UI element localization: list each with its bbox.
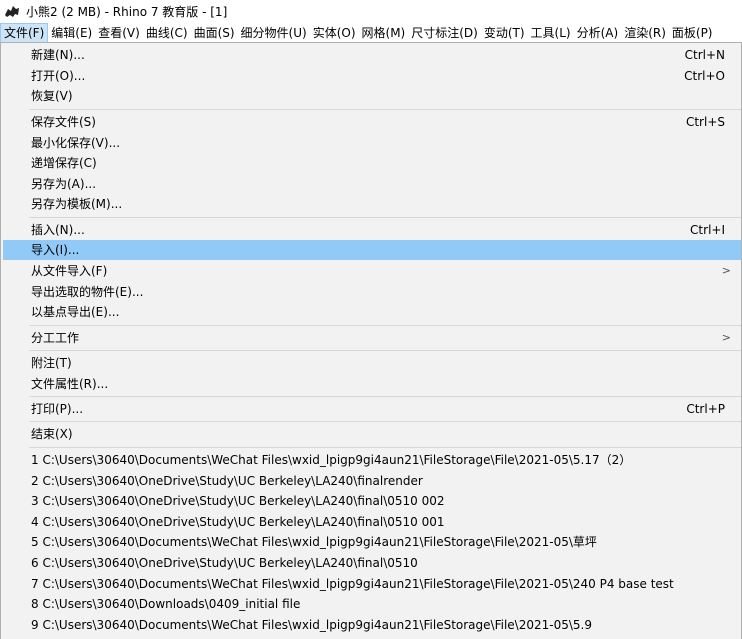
menu-separator xyxy=(29,325,741,326)
menu-item-save-as[interactable]: 另存为(A)... xyxy=(3,174,741,194)
menu-bar: 文件(F) 编辑(E) 查看(V) 曲线(C) 曲面(S) 细分物件(U) 实体… xyxy=(0,22,742,44)
menu-separator xyxy=(29,421,741,422)
recent-file-item[interactable]: 6 C:\Users\30640\OneDrive\Study\UC Berke… xyxy=(3,553,741,573)
title-bar: 小熊2 (2 MB) - Rhino 7 教育版 - [1] xyxy=(0,0,742,22)
menu-separator xyxy=(29,217,741,218)
menu-item-label: 新建(N)... xyxy=(31,48,85,62)
menu-item-shortcut: Ctrl+I xyxy=(690,223,725,237)
menu-item-import[interactable]: 导入(I)... xyxy=(3,240,741,260)
recent-file-item[interactable]: 3 C:\Users\30640\OneDrive\Study\UC Berke… xyxy=(3,491,741,511)
menu-item-label: 打开(O)... xyxy=(31,69,86,83)
menu-item-label: 从文件导入(F) xyxy=(31,264,108,278)
recent-file-item[interactable]: 1 C:\Users\30640\Documents\WeChat Files\… xyxy=(3,450,741,470)
menu-view[interactable]: 查看(V) xyxy=(95,23,143,43)
recent-file-item[interactable]: 4 C:\Users\30640\OneDrive\Study\UC Berke… xyxy=(3,512,741,532)
menu-item-save[interactable]: 保存文件(S) Ctrl+S xyxy=(3,112,741,132)
menu-item-exit[interactable]: 结束(X) xyxy=(3,424,741,444)
menu-dimension[interactable]: 尺寸标注(D) xyxy=(408,23,481,43)
menu-item-label: 导入(I)... xyxy=(31,243,80,257)
rhino-app-icon[interactable] xyxy=(4,3,20,19)
recent-file-item[interactable]: 7 C:\Users\30640\Documents\WeChat Files\… xyxy=(3,574,741,594)
chevron-right-icon: > xyxy=(721,264,731,277)
menu-item-insert[interactable]: 插入(N)... Ctrl+I xyxy=(3,220,741,240)
menu-render[interactable]: 渲染(R) xyxy=(621,23,669,43)
menu-item-label: 最小化保存(V)... xyxy=(31,136,121,150)
menu-item-shortcut: Ctrl+N xyxy=(684,48,725,62)
recent-file-item[interactable]: 8 C:\Users\30640\Downloads\0409_initial … xyxy=(3,594,741,614)
menu-item-label: 打印(P)... xyxy=(31,402,84,416)
menu-item-worksession[interactable]: 分工工作 > xyxy=(3,328,741,348)
menu-item-label: 结束(X) xyxy=(31,427,73,441)
recent-file-path: 3 C:\Users\30640\OneDrive\Study\UC Berke… xyxy=(31,494,445,508)
menu-transform[interactable]: 变动(T) xyxy=(481,23,528,43)
menu-item-label: 恢复(V) xyxy=(31,89,73,103)
menu-item-save-as-template[interactable]: 另存为模板(M)... xyxy=(3,194,741,214)
menu-item-open[interactable]: 打开(O)... Ctrl+O xyxy=(3,66,741,86)
recent-file-item[interactable]: 2 C:\Users\30640\OneDrive\Study\UC Berke… xyxy=(3,471,741,491)
menu-separator xyxy=(29,109,741,110)
menu-item-properties[interactable]: 文件属性(R)... xyxy=(3,374,741,394)
menu-curve[interactable]: 曲线(C) xyxy=(143,23,191,43)
menu-item-print[interactable]: 打印(P)... Ctrl+P xyxy=(3,399,741,419)
menu-item-label: 递增保存(C) xyxy=(31,156,97,170)
recent-file-item[interactable]: 5 C:\Users\30640\Documents\WeChat Files\… xyxy=(3,532,741,552)
recent-file-path: 9 C:\Users\30640\Documents\WeChat Files\… xyxy=(31,618,592,632)
menu-item-new[interactable]: 新建(N)... Ctrl+N xyxy=(3,45,741,65)
menu-item-label: 导出选取的物件(E)... xyxy=(31,285,144,299)
menu-edit[interactable]: 编辑(E) xyxy=(48,23,95,43)
menu-item-label: 插入(N)... xyxy=(31,223,85,237)
menu-item-notes[interactable]: 附注(T) xyxy=(3,353,741,373)
menu-separator xyxy=(29,447,741,448)
menu-item-label: 以基点导出(E)... xyxy=(31,305,120,319)
recent-file-item[interactable]: 9 C:\Users\30640\Documents\WeChat Files\… xyxy=(3,615,741,635)
menu-item-revert[interactable]: 恢复(V) xyxy=(3,86,741,106)
menu-item-incremental-save[interactable]: 递增保存(C) xyxy=(3,153,741,173)
menu-item-shortcut: Ctrl+P xyxy=(686,402,725,416)
menu-item-save-small[interactable]: 最小化保存(V)... xyxy=(3,133,741,153)
menu-analyze[interactable]: 分析(A) xyxy=(574,23,622,43)
menu-item-label: 另存为(A)... xyxy=(31,177,97,191)
recent-file-path: 4 C:\Users\30640\OneDrive\Study\UC Berke… xyxy=(31,515,445,529)
menu-subd[interactable]: 细分物件(U) xyxy=(238,23,310,43)
menu-tools[interactable]: 工具(L) xyxy=(528,23,574,43)
file-menu-dropdown: 新建(N)... Ctrl+N 打开(O)... Ctrl+O 恢复(V) 保存… xyxy=(0,42,742,639)
menu-surface[interactable]: 曲面(S) xyxy=(191,23,238,43)
menu-item-label: 分工工作 xyxy=(31,331,80,345)
menu-item-shortcut: Ctrl+S xyxy=(685,115,725,129)
menu-item-label: 附注(T) xyxy=(31,356,72,370)
menu-mesh[interactable]: 网格(M) xyxy=(359,23,409,43)
menu-item-label: 保存文件(S) xyxy=(31,115,96,129)
menu-item-shortcut: Ctrl+O xyxy=(684,69,725,83)
menu-item-export-with-origin[interactable]: 以基点导出(E)... xyxy=(3,302,741,322)
recent-file-path: 6 C:\Users\30640\OneDrive\Study\UC Berke… xyxy=(31,556,418,570)
menu-separator xyxy=(29,396,741,397)
chevron-right-icon: > xyxy=(721,331,731,344)
menu-panels[interactable]: 面板(P) xyxy=(669,23,716,43)
recent-file-path: 7 C:\Users\30640\Documents\WeChat Files\… xyxy=(31,577,674,591)
recent-file-path: 1 C:\Users\30640\Documents\WeChat Files\… xyxy=(31,453,632,467)
recent-file-path: 8 C:\Users\30640\Downloads\0409_initial … xyxy=(31,597,301,611)
menu-file[interactable]: 文件(F) xyxy=(0,23,49,43)
menu-item-export-selected[interactable]: 导出选取的物件(E)... xyxy=(3,282,741,302)
menu-item-label: 文件属性(R)... xyxy=(31,377,109,391)
window-title: 小熊2 (2 MB) - Rhino 7 教育版 - [1] xyxy=(26,4,228,19)
menu-solid[interactable]: 实体(O) xyxy=(310,23,359,43)
recent-file-path: 5 C:\Users\30640\Documents\WeChat Files\… xyxy=(31,535,597,549)
menu-separator xyxy=(29,350,741,351)
menu-item-import-from-file[interactable]: 从文件导入(F) > xyxy=(3,261,741,281)
recent-file-path: 2 C:\Users\30640\OneDrive\Study\UC Berke… xyxy=(31,474,423,488)
menu-item-label: 另存为模板(M)... xyxy=(31,197,123,211)
